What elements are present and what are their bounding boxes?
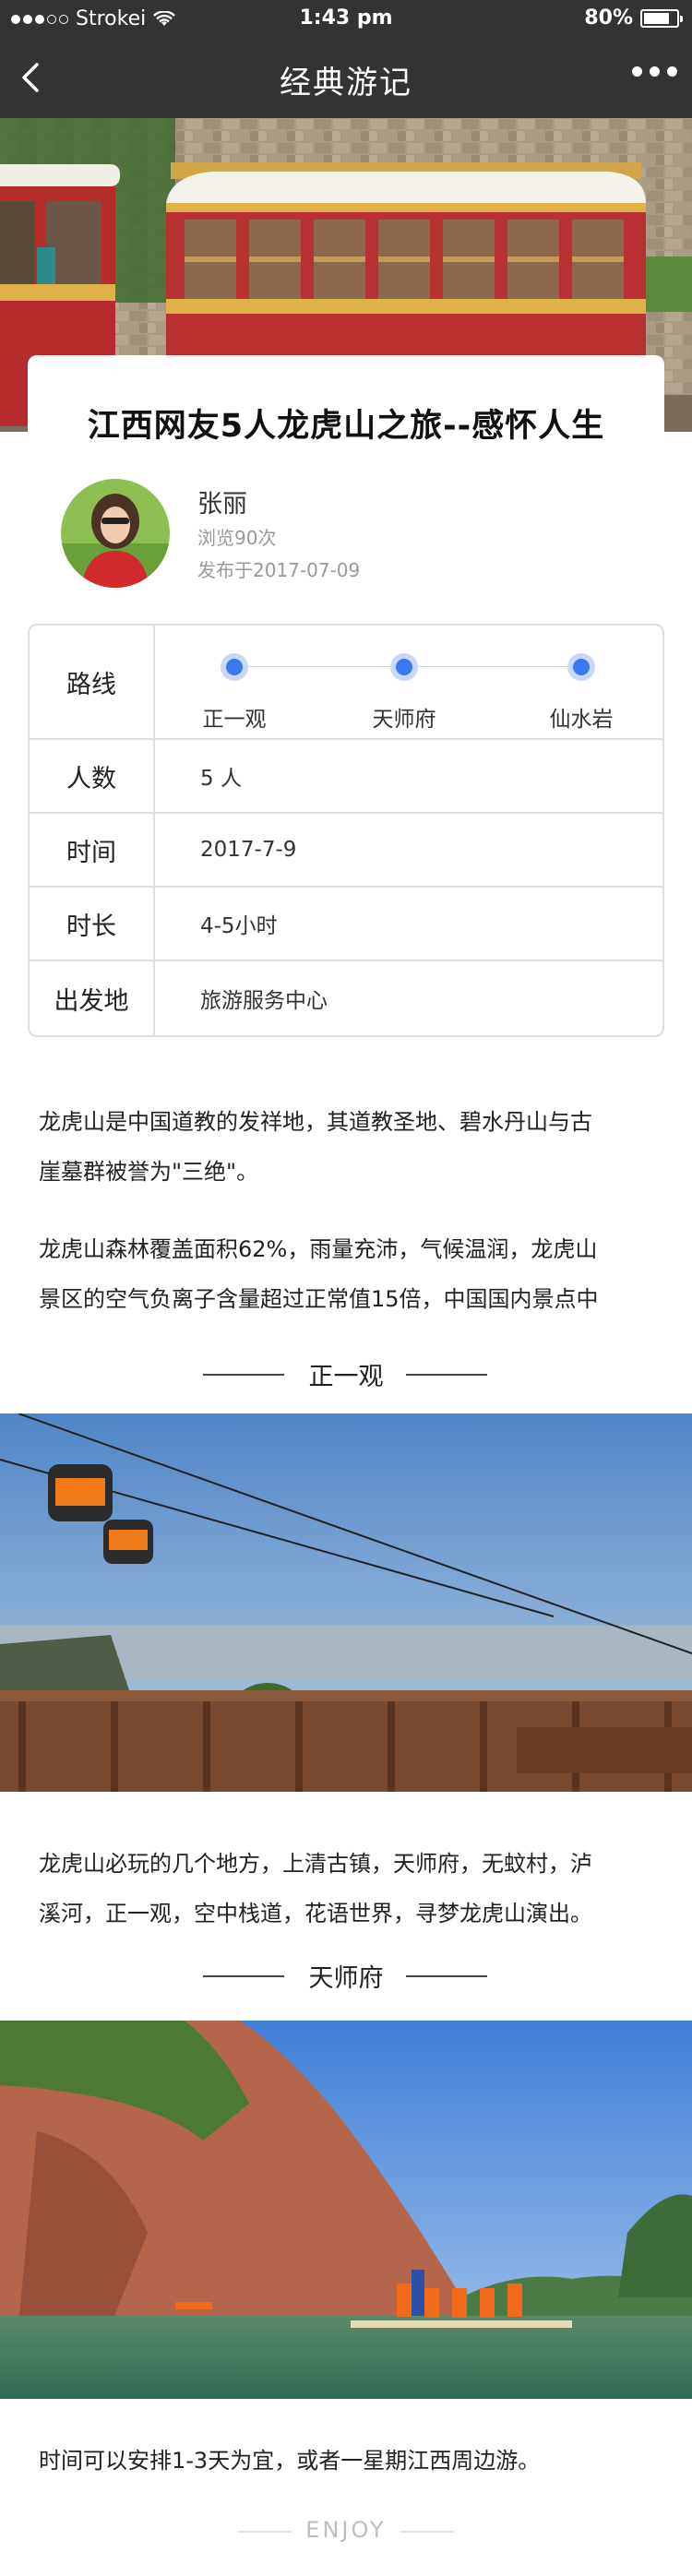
section-title: 天师府 xyxy=(308,1964,384,1993)
forest-paragraph: 龙虎山森林覆盖面积62%，雨量充沛，气候温润，龙虎山 景区的空气负离子含量超过正… xyxy=(39,1224,653,1324)
people-row: 人数 5 人 xyxy=(30,740,662,814)
route-stop-name: 仙水岩 xyxy=(549,708,614,732)
footer-label: ENJOY xyxy=(305,2517,387,2543)
author-avatar[interactable] xyxy=(61,479,170,588)
battery-level xyxy=(644,12,669,24)
duration-row: 时长 4-5小时 xyxy=(30,888,662,961)
article-title: 江西网友5人龙虎山之旅--感怀人生 xyxy=(87,408,605,445)
departure-row: 出发地 旅游服务中心 xyxy=(30,961,662,1035)
duration-value: 4-5小时 xyxy=(200,914,278,938)
paragraph-line: 崖墓群被誉为"三绝"。 xyxy=(39,1159,259,1185)
paragraph-line: 时间可以安排1-3天为宜，或者一星期江西周边游。 xyxy=(39,2448,541,2474)
duration-label: 时长 xyxy=(30,888,155,960)
route-stop[interactable]: 仙水岩 xyxy=(507,653,655,733)
paragraph-line: 龙虎山森林覆盖面积62%，雨量充沛，气候温润，龙虎山 xyxy=(39,1236,598,1262)
attractions-paragraph: 龙虎山必玩的几个地方，上清古镇，天师府，无蚊村，泸 溪河，正一观，空中栈道，花语… xyxy=(39,1839,653,1938)
cable-car-photo xyxy=(0,1413,692,1792)
section-title: 正一观 xyxy=(308,1363,384,1391)
route-stop[interactable]: 正一观 xyxy=(161,653,308,733)
route-stop-name: 正一观 xyxy=(202,708,267,732)
date-row: 时间 2017-7-9 xyxy=(30,814,662,888)
route-stop-name: 天师府 xyxy=(372,708,436,732)
route-point-icon xyxy=(390,653,418,681)
more-dots-icon xyxy=(632,66,677,77)
paragraph-line: 龙虎山是中国道教的发祥地，其道教圣地、碧水丹山与古 xyxy=(39,1109,592,1135)
date-label: 时间 xyxy=(30,814,155,886)
people-label: 人数 xyxy=(30,740,155,812)
section-heading-tianshifu: 天师府 xyxy=(0,1958,692,1995)
paragraph-line: 溪河，正一观，空中栈道，花语世界，寻梦龙虎山演出。 xyxy=(39,1901,592,1926)
author-name[interactable]: 张丽 xyxy=(197,483,247,519)
route-label: 路线 xyxy=(30,626,155,738)
intro-paragraph: 龙虎山是中国道教的发祥地，其道教圣地、碧水丹山与古 崖墓群被誉为"三绝"。 xyxy=(39,1097,653,1197)
publish-date: 发布于2017-07-09 xyxy=(197,559,361,581)
duration-tip-paragraph: 时间可以安排1-3天为宜，或者一星期江西周边游。 xyxy=(39,2436,653,2486)
article-title-card: 江西网友5人龙虎山之旅--感怀人生 xyxy=(28,355,664,447)
date-value: 2017-7-9 xyxy=(200,838,297,862)
people-value: 5 人 xyxy=(200,767,242,791)
section-heading-zhengyiguan: 正一观 xyxy=(0,1356,692,1393)
departure-label: 出发地 xyxy=(30,961,155,1035)
view-count: 浏览90次 xyxy=(197,527,277,549)
route-row: 路线 正一观 天师府 仙水岩 xyxy=(30,626,662,740)
route-stop[interactable]: 天师府 xyxy=(330,653,478,733)
page-title: 经典游记 xyxy=(280,65,412,101)
battery-status: 80% xyxy=(584,6,683,30)
route-point-icon xyxy=(567,653,595,681)
paragraph-line: 龙虎山必玩的几个地方，上清古镇，天师府，无蚊村，泸 xyxy=(39,1851,592,1877)
battery-icon xyxy=(640,8,683,28)
nav-bar: 经典游记 xyxy=(0,37,692,118)
paragraph-line: 景区的空气负离子含量超过正常值15倍，中国国内景点中 xyxy=(39,1286,599,1312)
battery-percent: 80% xyxy=(584,6,633,30)
route-point-icon xyxy=(221,653,248,681)
footer-divider: ENJOY xyxy=(0,2513,692,2550)
trip-info-table: 路线 正一观 天师府 仙水岩 人数 5 人 时间 2017-7-9 时长 4-5… xyxy=(28,624,664,1037)
more-button[interactable] xyxy=(632,66,677,77)
status-bar: Strokei 1:43 pm 80% xyxy=(0,0,692,37)
departure-value: 旅游服务中心 xyxy=(200,989,328,1013)
river-cliff-photo xyxy=(0,2021,692,2399)
